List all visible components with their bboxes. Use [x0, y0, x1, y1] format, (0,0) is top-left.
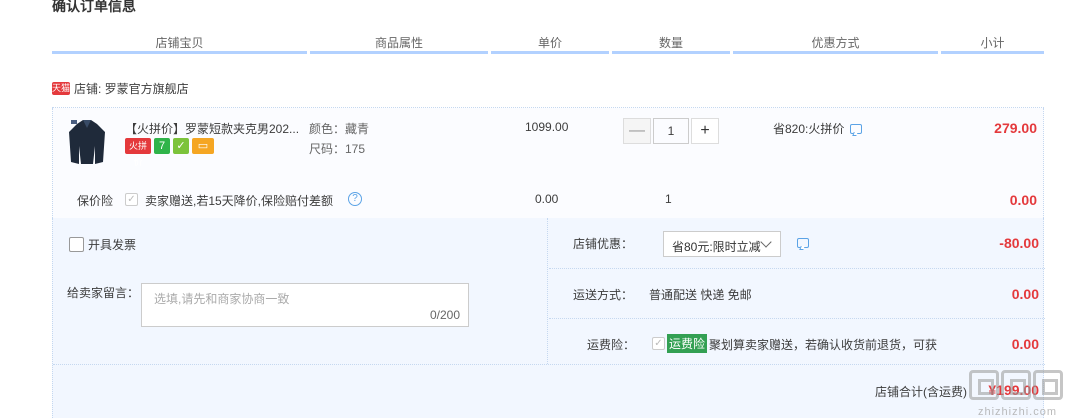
chevron-down-icon — [760, 236, 772, 248]
freight-insurance-checkbox[interactable]: ✓ — [652, 337, 665, 350]
shop-line: 天猫 店铺: 罗蒙官方旗舰店 — [52, 80, 189, 97]
color-attribute: 颜色：藏青 — [309, 122, 370, 136]
shipping-amount: 0.00 — [1011, 286, 1039, 302]
vertical-divider — [547, 218, 548, 364]
product-title-link[interactable]: 【火拼价】罗蒙短款夹克男202... — [125, 120, 305, 137]
section-title: 确认订单信息 — [52, 0, 136, 14]
header-quantity: 数量 — [612, 30, 730, 54]
freight-insurance-tag: 运费险 — [667, 334, 708, 353]
quantity-stepper: — 1 + — [623, 118, 719, 144]
message-label: 给卖家留言： — [67, 286, 140, 300]
chat-icon[interactable] — [797, 238, 809, 248]
header-attributes: 商品属性 — [310, 30, 488, 54]
shop-total-label: 店铺合计(含运费) — [875, 385, 967, 399]
product-badges: 火拼价 7 ✓ ▭ — [125, 138, 214, 167]
card-payment-icon: ▭ — [192, 138, 214, 154]
chat-icon[interactable] — [850, 123, 863, 134]
right-options: 店铺优惠： 省80元:限时立减 -80.00 运送方式： 普通配送 快递 免邮 … — [549, 218, 1045, 364]
price-insurance-label: 保价险 — [77, 194, 114, 208]
header-unit-price: 单价 — [491, 30, 609, 54]
unit-price: 1099.00 — [525, 120, 569, 134]
freight-insurance-row: 运费险： ✓ 运费险 聚划算卖家赠送，若确认收货前退货，可获 0.00 — [549, 318, 1045, 368]
freight-insurance-label: 运费险： — [587, 338, 636, 352]
invoice-checkbox[interactable] — [69, 237, 84, 252]
watermark-glyph — [1001, 370, 1031, 400]
quantity-minus-button[interactable]: — — [623, 118, 651, 144]
left-options: 开具发票 给卖家留言： 选填,请先和商家协商一致 0/200 — [53, 218, 547, 364]
promotion-text: 省820:火拼价 — [773, 122, 845, 136]
promotion: 省820:火拼价 — [773, 120, 863, 137]
price-insurance-text: 卖家赠送,若15天降价,保险赔付差额 — [145, 194, 334, 208]
quantity-input[interactable]: 1 — [653, 118, 689, 144]
price-insurance-checkbox[interactable]: ✓ — [125, 193, 138, 206]
quantity-plus-button[interactable]: + — [691, 118, 719, 144]
header-shop-item: 店铺宝贝 — [52, 30, 307, 54]
price-insurance-row: 保价险 ✓ 卖家赠送,若15天降价,保险赔付差额 ? 0.00 1 0.00 — [53, 190, 1043, 212]
watermark-text: zhizhizhi.com — [977, 406, 1057, 418]
shop-discount-row: 店铺优惠： 省80元:限时立减 -80.00 — [549, 218, 1045, 268]
order-options: 开具发票 给卖家留言： 选填,请先和商家协商一致 0/200 店铺优惠： 省80… — [52, 218, 1045, 418]
shop-discount-value: 省80元:限时立减 — [672, 240, 761, 254]
price-insurance-price: 0.00 — [535, 192, 559, 206]
price-insurance-qty: 1 — [665, 192, 672, 206]
watermark-glyph — [969, 370, 999, 400]
message-char-count: 0/200 — [429, 308, 460, 322]
price-insurance-subtotal: 0.00 — [1009, 192, 1037, 208]
shop-discount-label: 店铺优惠： — [573, 237, 634, 251]
freight-insurance-text: 聚划算卖家赠送，若确认收货前退货，可获 — [709, 338, 938, 352]
invoice-label: 开具发票 — [88, 238, 137, 252]
size-attribute: 尺码：175 — [309, 142, 366, 156]
tmall-icon: 天猫 — [52, 82, 71, 95]
header-discount: 优惠方式 — [733, 30, 938, 54]
shop-discount-amount: -80.00 — [999, 235, 1039, 251]
watermark-glyph — [1033, 370, 1063, 400]
header-subtotal: 小计 — [941, 30, 1044, 54]
shipping-row: 运送方式： 普通配送 快递 免邮 0.00 — [549, 268, 1045, 318]
shipping-value: 普通配送 快递 免邮 — [649, 288, 752, 302]
product-thumbnail[interactable] — [65, 118, 109, 168]
shop-total-row: 店铺合计(含运费) ¥199.00 — [53, 364, 1045, 418]
help-icon[interactable]: ? — [348, 192, 362, 206]
item-subtotal: 279.00 — [994, 120, 1037, 136]
invoice-option[interactable]: 开具发票 — [69, 236, 136, 253]
shop-name[interactable]: 店铺: 罗蒙官方旗舰店 — [74, 80, 189, 97]
shop-discount-select[interactable]: 省80元:限时立减 — [663, 231, 781, 257]
guarantee-icon: ✓ — [173, 138, 189, 154]
order-item: 【火拼价】罗蒙短款夹克男202... 火拼价 7 ✓ ▭ 颜色：藏青 尺码：17… — [52, 108, 1044, 218]
message-textarea[interactable]: 选填,请先和商家协商一致 0/200 — [141, 283, 469, 327]
hot-price-badge: 火拼价 — [125, 138, 151, 167]
watermark-logo — [969, 370, 1063, 400]
shipping-label: 运送方式： — [573, 288, 634, 302]
freight-insurance-amount: 0.00 — [1011, 336, 1039, 352]
table-header: 店铺宝贝 商品属性 单价 数量 优惠方式 小计 — [52, 30, 1044, 54]
seven-day-return-icon: 7 — [154, 138, 170, 154]
message-placeholder: 选填,请先和商家协商一致 — [154, 292, 290, 306]
